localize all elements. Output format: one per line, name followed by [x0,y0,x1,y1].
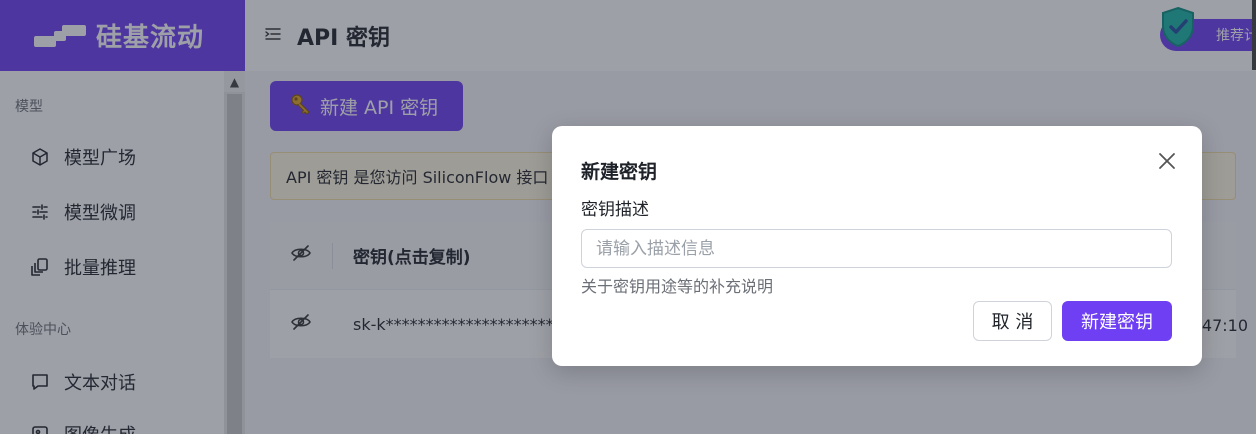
dialog-title: 新建密钥 [581,161,658,183]
key-description-label: 密钥描述 [581,200,649,220]
key-description-input[interactable] [581,229,1172,268]
key-description-help: 关于密钥用途等的补充说明 [581,277,774,296]
close-icon[interactable] [1156,150,1178,172]
cancel-button[interactable]: 取 消 [973,301,1052,341]
new-key-dialog: 新建密钥 密钥描述 关于密钥用途等的补充说明 取 消 新建密钥 [552,126,1202,366]
create-key-button[interactable]: 新建密钥 [1062,301,1172,341]
